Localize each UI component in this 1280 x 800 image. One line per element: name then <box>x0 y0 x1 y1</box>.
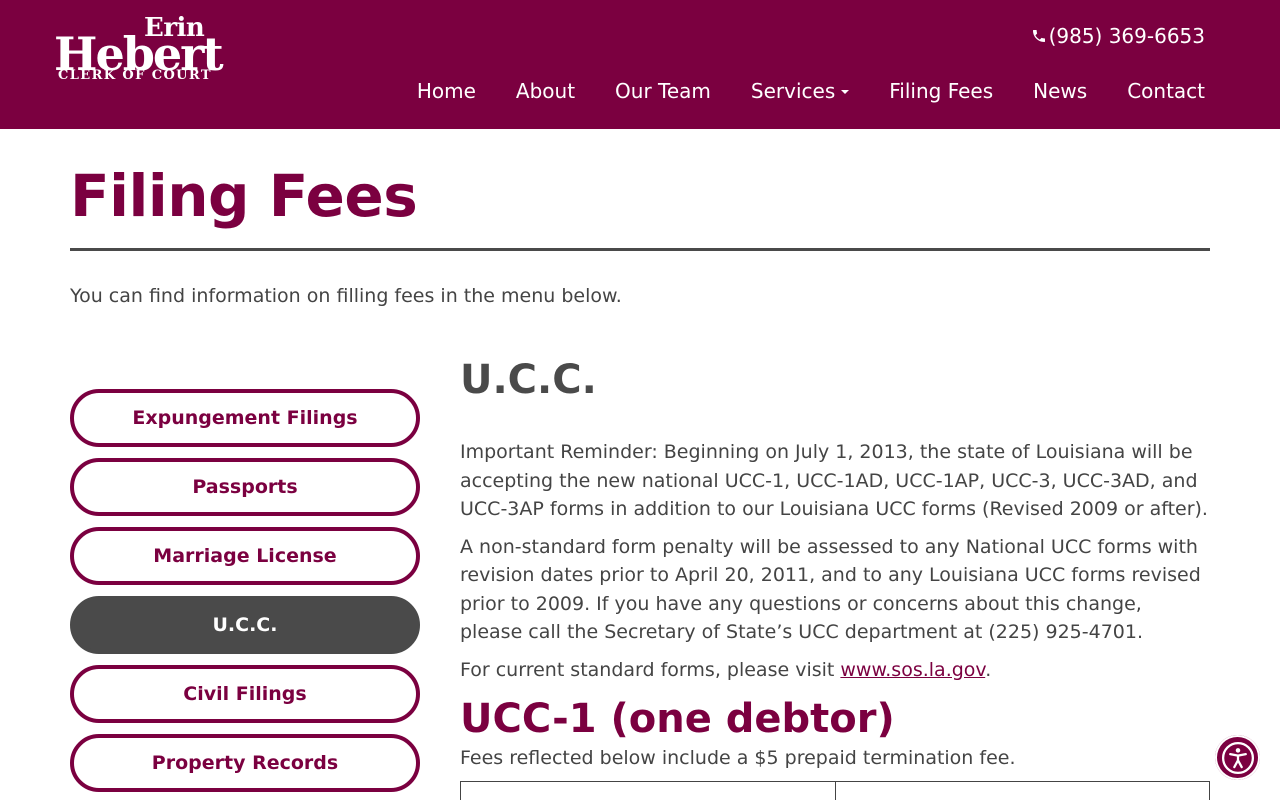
menu-marriage-license[interactable]: Marriage License <box>70 527 420 585</box>
forms-paragraph: For current standard forms, please visit… <box>460 656 1210 685</box>
nav-news[interactable]: News <box>1033 78 1087 104</box>
ucc1-fee-note: Fees reflected below include a $5 prepai… <box>460 747 1016 769</box>
menu-expungement-filings[interactable]: Expungement Filings <box>70 389 420 447</box>
phone-icon <box>1032 30 1045 42</box>
table-column <box>835 782 1210 800</box>
fee-category-menu: Expungement Filings Passports Marriage L… <box>70 389 420 800</box>
ucc1-title: UCC-1 (one debtor) <box>460 696 895 742</box>
nav-filing-fees[interactable]: Filing Fees <box>889 78 993 104</box>
site-logo[interactable]: Erin Hebert CLERK OF COURT <box>54 14 239 86</box>
nav-services-label: Services <box>750 79 836 103</box>
nav-about[interactable]: About <box>516 78 575 104</box>
forms-suffix: . <box>985 658 992 681</box>
ucc-content: U.C.C. Important Reminder: Beginning on … <box>460 352 1210 800</box>
table-column <box>460 782 835 800</box>
nav-our-team[interactable]: Our Team <box>615 78 711 104</box>
nav-home[interactable]: Home <box>417 78 476 104</box>
accessibility-button[interactable] <box>1215 735 1260 780</box>
main-nav: Home About Our Team Services Filing Fees… <box>417 78 1205 104</box>
reminder-paragraph: Important Reminder: Beginning on July 1,… <box>460 441 1208 520</box>
page-title: Filing Fees <box>70 162 418 230</box>
nav-contact[interactable]: Contact <box>1127 78 1205 104</box>
nav-services[interactable]: Services <box>750 78 850 104</box>
penalty-paragraph: A non-standard form penalty will be asse… <box>460 535 1201 644</box>
phone-link[interactable]: (985) 369-6653 <box>1031 24 1205 48</box>
section-title: U.C.C. <box>460 357 597 403</box>
caret-down-icon <box>841 90 850 94</box>
accessibility-icon <box>1221 741 1254 774</box>
menu-civil-filings[interactable]: Civil Filings <box>70 665 420 723</box>
sos-link[interactable]: www.sos.la.gov <box>840 659 985 681</box>
title-divider <box>70 248 1210 251</box>
logo-subtitle: CLERK OF COURT <box>58 68 212 83</box>
forms-text: For current standard forms, please visit <box>460 658 841 681</box>
phone-number: (985) 369-6653 <box>1048 24 1205 48</box>
ucc1-fee-table <box>460 781 1210 800</box>
menu-ucc[interactable]: U.C.C. <box>70 596 420 654</box>
site-header: Erin Hebert CLERK OF COURT (985) 369-665… <box>0 0 1280 129</box>
menu-property-records[interactable]: Property Records <box>70 734 420 792</box>
menu-passports[interactable]: Passports <box>70 458 420 516</box>
intro-text: You can find information on filling fees… <box>70 285 622 307</box>
